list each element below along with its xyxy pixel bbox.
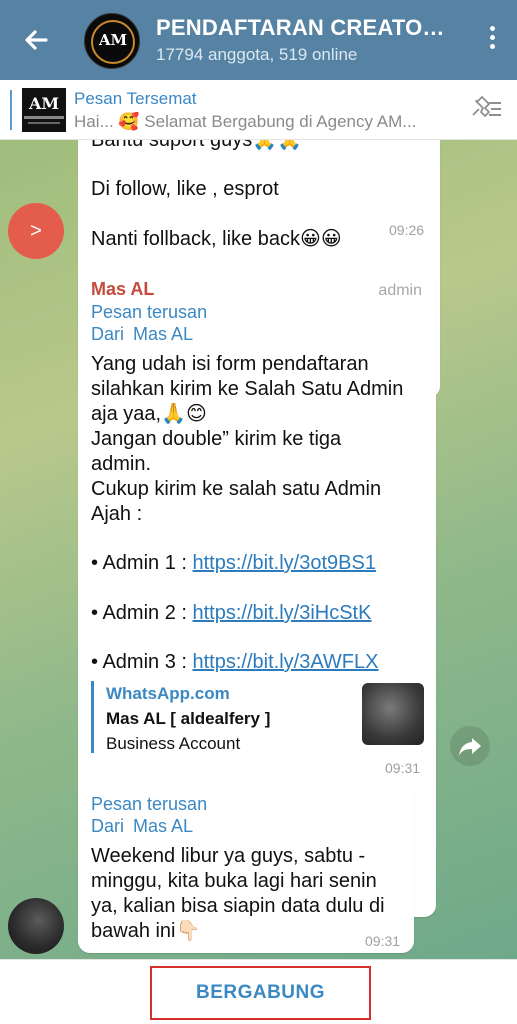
forward-from[interactable]: Dari Mas AL [91,815,193,837]
pinned-indicator [10,90,12,130]
forward-label: Pesan terusan [91,794,208,814]
bottom-bar: BERGABUNG [0,959,517,1024]
pinned-title: Pesan Tersemat [74,89,197,108]
message-line: Bantu suport guys🙏🙏 [91,140,303,151]
channel-avatar[interactable]: AM [84,13,140,69]
forward-from-prefix: Dari [91,816,125,836]
pinned-list-icon[interactable] [469,95,503,123]
forward-from-prefix: Dari [91,324,125,344]
message-line: admin. [91,453,152,475]
message-line: aja yaa,🙏😊 [91,403,207,425]
message-line: silahkan kirim ke Salah Satu Admin [91,378,404,400]
message-bubble[interactable]: Pesan terusan Dari Mas AL Weekend libur … [78,783,414,953]
forward-label: Pesan terusan [91,302,208,322]
message-line: Ajah : [91,503,143,525]
admin-badge: admin [378,282,422,299]
link-preview[interactable]: WhatsApp.com Mas AL [ aldealfery ] Busin… [91,681,426,753]
admin-item: • Admin 2 : https://bit.ly/3iHcStK [91,601,371,626]
message-time: 09:26 [389,222,425,238]
pinned-text: Hai... 🥰 Selamat Bergabung di Agency AM.… [74,112,417,131]
message-time: 09:31 [385,760,421,776]
forward-from[interactable]: Dari Mas AL [91,323,193,345]
message-line: minggu, kita buka lagi hari senin [91,870,377,892]
admin-item: • Admin 3 : https://bit.ly/3AWFLX [91,650,379,675]
admin-link[interactable]: https://bit.ly/3ot9BS1 [193,552,376,574]
chat-header: AM PENDAFTARAN CREATOR... 17794 anggota,… [0,0,517,80]
pinned-thumb-logo: AM [28,94,60,113]
share-button[interactable] [450,726,490,766]
forward-arrow-icon [459,738,481,756]
chat-title[interactable]: PENDAFTARAN CREATOR... [156,15,456,41]
forward-from-name[interactable]: Mas AL [133,816,193,836]
join-button[interactable]: BERGABUNG [150,966,371,1020]
jump-button[interactable]: > [8,203,64,259]
forward-from-name[interactable]: Mas AL [133,324,193,344]
preview-site: WhatsApp.com [106,684,230,703]
message-line: Weekend libur ya guys, sabtu - [91,845,366,867]
admin-link[interactable]: https://bit.ly/3AWFLX [193,651,379,673]
message-line: bawah ini👇🏻 [91,920,201,942]
avatar-logo-text: AM [98,31,128,49]
back-arrow-icon[interactable] [18,22,54,58]
message-line: Cukup kirim ke salah satu Admin [91,478,382,500]
more-menu-icon[interactable] [487,26,497,56]
user-avatar[interactable] [8,898,64,954]
message-time: 09:31 [365,933,401,949]
message-line: Yang udah isi form pendaftaran [91,353,369,375]
admin-label: • Admin 3 : [91,651,193,673]
message-line: Nanti follback, like back😀😀 [91,228,342,250]
preview-name: Mas AL [ aldealfery ] [106,709,271,728]
preview-thumbnail [362,683,424,745]
message-line: Jangan double” kirim ke tiga [91,428,342,450]
chat-area[interactable]: Bantu suport guys🙏🙏 Di follow, like , es… [0,140,517,959]
admin-label: • Admin 1 : [91,552,193,574]
admin-link[interactable]: https://bit.ly/3iHcStK [193,602,372,624]
message-line: ya, kalian bisa siapin data dulu di [91,895,385,917]
admin-item: • Admin 1 : https://bit.ly/3ot9BS1 [91,551,376,576]
message-line: Di follow, like , esprot [91,178,279,200]
member-count: 17794 anggota, 519 online [156,45,358,64]
preview-desc: Business Account [106,734,241,753]
admin-label: • Admin 2 : [91,602,193,624]
pinned-thumbnail: AM [22,88,66,132]
pinned-message-bar[interactable]: AM Pesan Tersemat Hai... 🥰 Selamat Berga… [0,80,517,140]
sender-name[interactable]: Mas AL [91,277,154,302]
